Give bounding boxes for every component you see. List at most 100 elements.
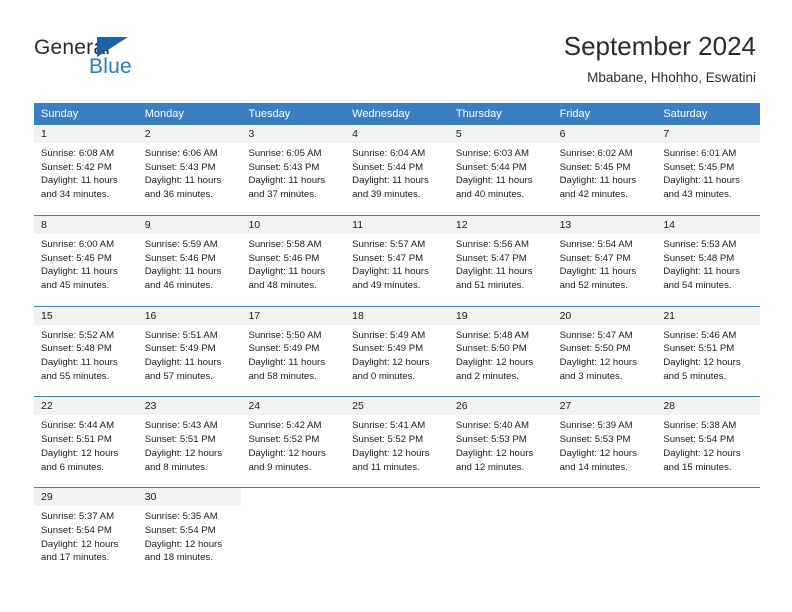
day-number: 30: [137, 488, 242, 507]
daylight-text-line2: and 36 minutes.: [144, 189, 213, 201]
day-cell[interactable]: 21 Sunrise: 5:46 AM Sunset: 5:51 PM Dayligh…: [656, 306, 761, 390]
daylight-text-line2: and 14 minutes.: [559, 461, 628, 473]
sunrise-text: Sunrise: 5:52 AM: [41, 329, 115, 341]
sunrise-text: Sunrise: 5:42 AM: [248, 420, 322, 432]
day-cell[interactable]: 12 Sunrise: 5:56 AM Sunset: 5:47 PM Dayligh…: [448, 215, 553, 299]
day-number: 7: [656, 125, 761, 143]
daylight-text-line2: and 3 minutes.: [559, 370, 623, 382]
sunrise-text: Sunrise: 6:01 AM: [663, 148, 737, 159]
sunset-text: Sunset: 5:44 PM: [352, 161, 424, 173]
sunset-text: Sunset: 5:46 PM: [144, 252, 216, 264]
sunrise-text: Sunrise: 6:05 AM: [248, 148, 322, 159]
sunset-text: Sunset: 5:51 PM: [144, 434, 216, 446]
day-number: 16: [137, 306, 242, 325]
day-cell[interactable]: 8 Sunrise: 6:00 AM Sunset: 5:45 PM Daylight…: [34, 215, 138, 299]
day-details: Sunrise: 5:54 AM Sunset: 5:47 PM Daylight:…: [553, 234, 657, 299]
sunrise-text: Sunrise: 5:43 AM: [144, 420, 218, 432]
day-cell[interactable]: 9 Sunrise: 5:59 AM Sunset: 5:46 PM Daylight…: [137, 215, 242, 299]
sunrise-text: Sunrise: 5:49 AM: [352, 329, 426, 341]
day-cell[interactable]: 2 Sunrise: 6:06 AM Sunset: 5:43 PM Daylight…: [137, 125, 242, 208]
day-cell[interactable]: 4 Sunrise: 6:04 AM Sunset: 5:44 PM Daylight…: [345, 125, 449, 208]
day-number: [552, 488, 657, 507]
day-cell[interactable]: 16 Sunrise: 5:51 AM Sunset: 5:49 PM Dayligh…: [137, 306, 242, 390]
daylight-text-line2: and 5 minutes.: [663, 370, 727, 382]
weekday-header-row: Sunday Monday Tuesday Wednesday Thursday Frid…: [34, 103, 760, 125]
day-cell[interactable]: 11 Sunrise: 5:57 AM Sunset: 5:47 PM Dayligh…: [345, 215, 449, 299]
daylight-text-line1: Daylight: 11 hours: [248, 175, 326, 187]
sunrise-text: Sunrise: 5:54 AM: [559, 238, 633, 250]
day-cell[interactable]: 24 Sunrise: 5:42 AM Sunset: 5:52 PM Dayligh…: [241, 397, 346, 481]
sunrise-text: Sunrise: 5:48 AM: [455, 329, 529, 341]
day-details: Sunrise: 6:00 AM Sunset: 5:45 PM Daylight:…: [34, 234, 138, 299]
day-cell[interactable]: 25 Sunrise: 5:41 AM Sunset: 5:52 PM Dayligh…: [345, 397, 449, 481]
day-cell[interactable]: 17 Sunrise: 5:50 AM Sunset: 5:49 PM Dayligh…: [241, 306, 346, 390]
daylight-text-line2: and 0 minutes.: [352, 370, 416, 382]
daylight-text-line1: Daylight: 12 hours: [144, 538, 223, 550]
day-details: Sunrise: 5:50 AM Sunset: 5:49 PM Daylight:…: [241, 325, 345, 390]
day-cell[interactable]: 5 Sunrise: 6:03 AM Sunset: 5:44 PM Daylight…: [448, 125, 553, 208]
day-cell[interactable]: 29 Sunrise: 5:37 AM Sunset: 5:54 PM Dayligh…: [34, 488, 138, 572]
day-cell[interactable]: 15 Sunrise: 5:52 AM Sunset: 5:48 PM Dayligh…: [34, 306, 138, 390]
day-cell[interactable]: 13 Sunrise: 5:54 AM Sunset: 5:47 PM Dayligh…: [552, 215, 657, 299]
day-cell[interactable]: 28 Sunrise: 5:38 AM Sunset: 5:54 PM Dayligh…: [656, 397, 761, 481]
sunset-text: Sunset: 5:45 PM: [663, 161, 735, 173]
page-title: September 2024: [563, 31, 756, 61]
day-details: Sunrise: 6:01 AM Sunset: 5:45 PM Daylight:…: [656, 143, 760, 208]
sunrise-text: Sunrise: 5:58 AM: [248, 238, 322, 250]
calendar-week-row: 1 Sunrise: 6:08 AM Sunset: 5:42 PM Daylight…: [34, 125, 761, 208]
day-number: 29: [34, 488, 138, 507]
page-subtitle: Mbabane, Hhohho, Eswatini: [587, 70, 756, 85]
day-details: Sunrise: 6:05 AM Sunset: 5:43 PM Daylight:…: [241, 143, 345, 208]
day-cell-empty: [241, 488, 346, 572]
day-cell[interactable]: 10 Sunrise: 5:58 AM Sunset: 5:46 PM Dayligh…: [241, 215, 346, 299]
day-cell[interactable]: 14 Sunrise: 5:53 AM Sunset: 5:48 PM Dayligh…: [656, 215, 761, 299]
daylight-text-line1: Daylight: 12 hours: [248, 447, 326, 459]
day-number: 27: [552, 397, 657, 416]
day-number: 5: [448, 125, 553, 143]
day-details: Sunrise: 5:49 AM Sunset: 5:49 PM Daylight:…: [345, 325, 449, 390]
sunset-text: Sunset: 5:45 PM: [41, 252, 112, 264]
calendar-weeks: 1 Sunrise: 6:08 AM Sunset: 5:42 PM Daylight…: [34, 125, 761, 572]
day-cell[interactable]: 7 Sunrise: 6:01 AM Sunset: 5:45 PM Daylight…: [656, 125, 761, 208]
daylight-text-line1: Daylight: 11 hours: [663, 175, 740, 187]
day-cell[interactable]: 20 Sunrise: 5:47 AM Sunset: 5:50 PM Dayligh…: [552, 306, 657, 390]
daylight-text-line1: Daylight: 12 hours: [455, 357, 534, 369]
sunset-text: Sunset: 5:53 PM: [559, 434, 631, 446]
day-cell[interactable]: 6 Sunrise: 6:02 AM Sunset: 5:45 PM Daylight…: [552, 125, 657, 208]
day-details: Sunrise: 5:40 AM Sunset: 5:53 PM Daylight:…: [449, 415, 553, 480]
day-cell[interactable]: 22 Sunrise: 5:44 AM Sunset: 5:51 PM Dayligh…: [34, 397, 138, 481]
day-number: 17: [241, 306, 346, 325]
day-number: 12: [448, 215, 553, 234]
daylight-text-line2: and 6 minutes.: [41, 461, 104, 473]
day-details: Sunrise: 6:06 AM Sunset: 5:43 PM Daylight:…: [138, 143, 242, 208]
day-details: Sunrise: 5:47 AM Sunset: 5:50 PM Daylight:…: [553, 325, 657, 390]
weekday-header-saturday: Saturday: [663, 108, 708, 120]
sunrise-text: Sunrise: 5:53 AM: [663, 238, 737, 250]
day-cell[interactable]: 3 Sunrise: 6:05 AM Sunset: 5:43 PM Daylight…: [241, 125, 346, 208]
daylight-text-line2: and 34 minutes.: [41, 189, 110, 201]
day-number: 4: [345, 125, 449, 143]
daylight-text-line1: Daylight: 11 hours: [144, 266, 222, 278]
day-cell[interactable]: 19 Sunrise: 5:48 AM Sunset: 5:50 PM Dayligh…: [448, 306, 553, 390]
brand-logo[interactable]: General Blue: [34, 36, 244, 86]
sunset-text: Sunset: 5:52 PM: [352, 434, 424, 446]
day-cell[interactable]: 18 Sunrise: 5:49 AM Sunset: 5:49 PM Dayligh…: [345, 306, 449, 390]
day-cell[interactable]: 26 Sunrise: 5:40 AM Sunset: 5:53 PM Dayligh…: [448, 397, 553, 481]
sunset-text: Sunset: 5:44 PM: [455, 161, 527, 173]
day-cell[interactable]: 1 Sunrise: 6:08 AM Sunset: 5:42 PM Daylight…: [34, 125, 138, 208]
sunset-text: Sunset: 5:51 PM: [41, 434, 112, 446]
daylight-text-line1: Daylight: 11 hours: [352, 266, 429, 278]
daylight-text-line1: Daylight: 11 hours: [41, 357, 118, 369]
sunset-text: Sunset: 5:51 PM: [663, 343, 735, 355]
daylight-text-line1: Daylight: 12 hours: [455, 447, 534, 459]
day-details: Sunrise: 5:37 AM Sunset: 5:54 PM Daylight:…: [34, 506, 138, 571]
day-cell[interactable]: 27 Sunrise: 5:39 AM Sunset: 5:53 PM Dayligh…: [552, 397, 657, 481]
daylight-text-line2: and 58 minutes.: [248, 370, 317, 382]
day-cell[interactable]: 23 Sunrise: 5:43 AM Sunset: 5:51 PM Dayligh…: [137, 397, 242, 481]
weekday-header-thursday: Thursday: [455, 108, 502, 120]
sunset-text: Sunset: 5:54 PM: [663, 434, 735, 446]
day-number: 18: [345, 306, 449, 325]
day-number: 28: [656, 397, 761, 416]
day-cell[interactable]: 30 Sunrise: 5:35 AM Sunset: 5:54 PM Dayligh…: [137, 488, 242, 572]
day-details: [553, 506, 657, 516]
